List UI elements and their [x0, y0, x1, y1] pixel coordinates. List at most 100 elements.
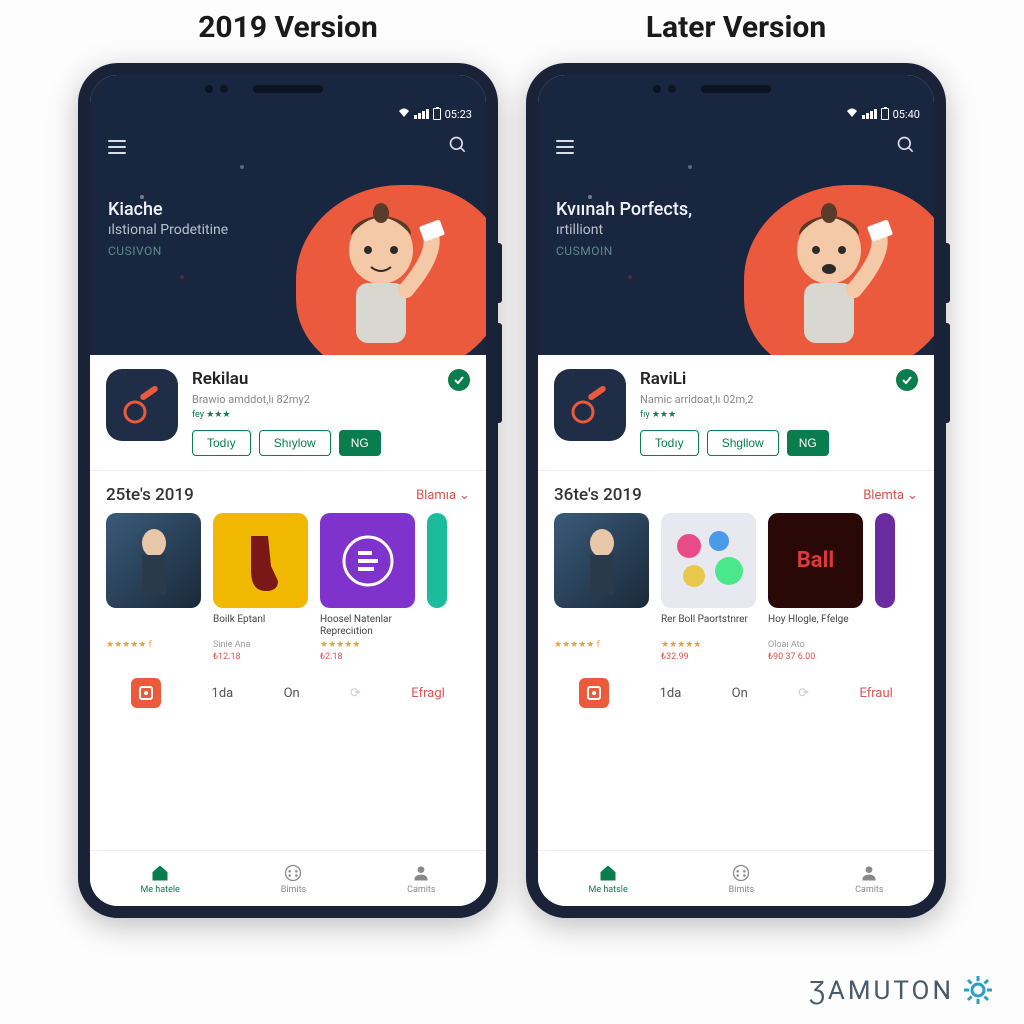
strip-c: Efraul: [859, 686, 892, 701]
card-item[interactable]: ★★★★★ f: [554, 513, 649, 662]
card-item[interactable]: Rer Boll Paortstnrer ★★★★★ ₺32.99: [661, 513, 756, 662]
verified-check-icon: [896, 369, 918, 391]
bottom-nav: Me hatsle Bimits Camits: [538, 850, 934, 906]
strip-b: On: [284, 686, 300, 701]
card-title: [106, 614, 201, 638]
right-column: Later Version 05:40: [526, 10, 946, 918]
chevron-down-icon: ⌄: [907, 488, 918, 503]
card-title: Rer Boll Paortstnrer: [661, 614, 756, 638]
section-title: 25te's 2019: [106, 485, 194, 505]
card-price: ₺32.99: [661, 652, 756, 662]
battery-icon: [433, 108, 441, 120]
show-button[interactable]: Shgllow: [707, 430, 779, 456]
card-item[interactable]: Boilk Eptanl Sinie Ana ₺12.18: [213, 513, 308, 662]
status-time: 05:23: [445, 108, 472, 121]
today-button[interactable]: Todıy: [192, 430, 251, 456]
card-image: [661, 513, 756, 608]
info-strip: 1da On ⟳ Efragl: [90, 672, 486, 714]
strip-arrow-icon: ⟳: [350, 686, 361, 701]
home-icon: [598, 863, 618, 883]
card-price: ₺2.18: [320, 652, 415, 662]
home-icon: [150, 863, 170, 883]
user-icon: [411, 863, 431, 883]
card-price: ₺90 37 6.00: [768, 652, 863, 662]
card-stars: ★★★★★: [661, 640, 756, 650]
user-icon: [859, 863, 879, 883]
section-more-link[interactable]: Blemta ⌄: [863, 488, 918, 503]
battery-icon: [881, 108, 889, 120]
today-button[interactable]: Todıy: [640, 430, 699, 456]
app-subtitle: Brawio amddot,lı 82my2: [192, 393, 470, 406]
info-strip: 1da On ⟳ Efraul: [538, 672, 934, 714]
strip-c: Efragl: [411, 686, 444, 701]
search-icon[interactable]: [448, 135, 468, 159]
left-column: 2019 Version 05:23: [78, 10, 498, 918]
card-title: [554, 614, 649, 638]
gear-icon: [962, 974, 994, 1006]
hero-character: [764, 195, 894, 355]
app-icon: [554, 369, 626, 441]
card-stars: ★★★★★ f: [106, 640, 201, 650]
status-bar: 05:23: [90, 103, 486, 125]
app-icon: [106, 369, 178, 441]
card-image: [875, 513, 895, 608]
ng-button[interactable]: NG: [339, 430, 381, 456]
card-title: Hoy Hlogle, Ffelge: [768, 614, 863, 638]
card-image: [106, 513, 201, 608]
app-rating: fıy ★★★: [640, 410, 918, 420]
nav-mid[interactable]: Bimits: [281, 863, 306, 895]
watermark: ƷAMUTON: [809, 974, 994, 1006]
app-name: RaviLi: [640, 369, 686, 389]
card-title: Boilk Eptanl: [213, 614, 308, 638]
card-item[interactable]: Ball Hoy Hlogle, Ffelge Oloaı Ato ₺90 37…: [768, 513, 863, 662]
nav-home[interactable]: Me hatsle: [588, 863, 627, 895]
card-item[interactable]: [427, 513, 447, 662]
card-image: [320, 513, 415, 608]
status-bar: 05:40: [538, 103, 934, 125]
left-version-title: 2019 Version: [198, 10, 378, 45]
featured-app-card[interactable]: Rekilau Brawio amddot,lı 82my2 fey ★★★ T…: [90, 355, 486, 471]
menu-icon[interactable]: [556, 140, 574, 154]
card-image: [554, 513, 649, 608]
strip-b: On: [732, 686, 748, 701]
show-button[interactable]: Shıylow: [259, 430, 331, 456]
nav-profile[interactable]: Camits: [855, 863, 883, 895]
menu-icon[interactable]: [108, 140, 126, 154]
card-item[interactable]: ★★★★★ f: [106, 513, 201, 662]
notch: [90, 75, 486, 103]
section-header: 36te's 2019 Blemta ⌄: [538, 471, 934, 513]
ng-button[interactable]: NG: [787, 430, 829, 456]
grid-icon: [283, 863, 303, 883]
status-time: 05:40: [893, 108, 920, 121]
wifi-icon: [846, 108, 858, 121]
card-item[interactable]: Hoosel Natenlar Repreciıtion ★★★★★ ₺2.18: [320, 513, 415, 662]
featured-app-card[interactable]: RaviLi Namic arridoat,lı 02m,2 fıy ★★★ T…: [538, 355, 934, 471]
app-rating: fey ★★★: [192, 410, 470, 420]
card-image: Ball: [768, 513, 863, 608]
hero-header: Kiache ılstional Prodetitine CUSIVON: [90, 125, 486, 355]
strip-icon[interactable]: [579, 678, 609, 708]
phone-frame-right: 05:40 Kvıınah Porfects, ırtilliont: [526, 63, 946, 918]
nav-mid[interactable]: Bimits: [729, 863, 754, 895]
hero-header: Kvıınah Porfects, ırtilliont CUSMOIN: [538, 125, 934, 355]
card-sub: Sinie Ana: [213, 640, 308, 650]
strip-arrow-icon: ⟳: [798, 686, 809, 701]
screen-right: 05:40 Kvıınah Porfects, ırtilliont: [538, 75, 934, 906]
hero-character: [316, 195, 446, 355]
comparison-container: 2019 Version 05:23: [0, 0, 1024, 918]
nav-home[interactable]: Me hatele: [140, 863, 179, 895]
wifi-icon: [398, 108, 410, 121]
card-title: Hoosel Natenlar Repreciıtion: [320, 614, 415, 638]
section-more-link[interactable]: Blamıa ⌄: [416, 488, 470, 503]
card-item[interactable]: [875, 513, 895, 662]
carousel[interactable]: ★★★★★ f Boilk Eptanl Sinie Ana ₺12.18 Ho…: [90, 513, 486, 672]
signal-icon: [414, 109, 429, 119]
carousel[interactable]: ★★★★★ f Rer Boll Paortstnrer ★★★★★ ₺32.9…: [538, 513, 934, 672]
search-icon[interactable]: [896, 135, 916, 159]
grid-icon: [731, 863, 751, 883]
card-stars: ★★★★★ f: [554, 640, 649, 650]
strip-icon[interactable]: [131, 678, 161, 708]
nav-profile[interactable]: Camits: [407, 863, 435, 895]
right-version-title: Later Version: [646, 10, 826, 45]
notch: [538, 75, 934, 103]
